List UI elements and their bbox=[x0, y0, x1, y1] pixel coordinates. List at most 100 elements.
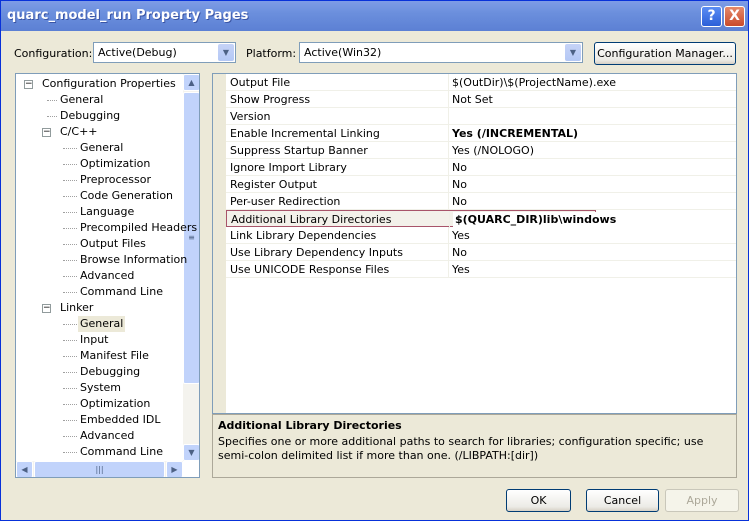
scroll-thumb[interactable]: ≡ bbox=[183, 92, 199, 384]
property-row[interactable]: Version bbox=[226, 108, 736, 125]
tree-item[interactable]: Optimization bbox=[78, 396, 152, 412]
property-row[interactable]: Output File $(OutDir)\$(ProjectName).exe bbox=[226, 74, 736, 91]
property-pages-dialog: quarc_model_run Property Pages ? X Confi… bbox=[0, 0, 749, 521]
collapse-icon[interactable]: − bbox=[42, 128, 51, 137]
tree-item[interactable]: System bbox=[78, 380, 123, 396]
horizontal-scrollbar[interactable]: ◀ ||| ▶ bbox=[16, 461, 183, 477]
property-value[interactable]: Yes (/NOLOGO) bbox=[452, 144, 534, 157]
tree-line bbox=[63, 436, 77, 437]
property-row[interactable]: Show Progress Not Set bbox=[226, 91, 736, 108]
scroll-down-button[interactable]: ▼ bbox=[183, 444, 199, 461]
property-tree[interactable]: ▲ ≡ ▼ ◀ ||| ▶ − Configuration Properties G… bbox=[15, 73, 200, 478]
grid-gutter bbox=[213, 74, 226, 413]
property-name: Ignore Import Library bbox=[230, 161, 347, 174]
tree-item[interactable]: Precompiled Headers bbox=[78, 220, 199, 236]
platform-value: Active(Win32) bbox=[304, 46, 382, 59]
scroll-up-button[interactable]: ▲ bbox=[183, 74, 199, 91]
title-bar: quarc_model_run Property Pages ? X bbox=[1, 1, 748, 31]
dialog-title: quarc_model_run Property Pages bbox=[7, 8, 249, 23]
property-value[interactable]: Yes (/INCREMENTAL) bbox=[452, 127, 578, 140]
tree-line bbox=[63, 388, 77, 389]
property-value[interactable]: Yes bbox=[452, 263, 470, 276]
tree-item[interactable]: General bbox=[78, 140, 125, 156]
property-grid[interactable]: Output File $(OutDir)\$(ProjectName).exe S… bbox=[212, 73, 737, 414]
tree-item[interactable]: Configuration Properties bbox=[40, 76, 178, 92]
column-divider bbox=[448, 193, 449, 210]
help-button[interactable]: ? bbox=[701, 6, 722, 27]
tree-item[interactable]: Manifest File bbox=[78, 348, 151, 364]
property-row[interactable]: Suppress Startup Banner Yes (/NOLOGO) bbox=[226, 142, 736, 159]
tree-line bbox=[63, 292, 77, 293]
tree-item[interactable]: General bbox=[58, 92, 105, 108]
property-row[interactable]: Per-user Redirection No bbox=[226, 193, 736, 210]
column-divider bbox=[448, 142, 449, 159]
column-divider bbox=[448, 74, 449, 91]
tree-item[interactable]: General bbox=[78, 316, 126, 332]
apply-button[interactable]: Apply bbox=[665, 489, 739, 512]
tree-item[interactable]: Preprocessor bbox=[78, 172, 153, 188]
tree-item[interactable]: Input bbox=[78, 332, 110, 348]
property-name: Version bbox=[230, 110, 271, 123]
tree-line bbox=[47, 100, 57, 101]
tree-item[interactable]: Debugging bbox=[58, 108, 122, 124]
property-name: Use UNICODE Response Files bbox=[230, 263, 390, 276]
platform-select[interactable]: Active(Win32) ▼ bbox=[299, 42, 583, 63]
close-button[interactable]: X bbox=[724, 6, 745, 27]
property-value[interactable]: No bbox=[452, 195, 467, 208]
collapse-icon[interactable]: − bbox=[42, 304, 51, 313]
column-divider bbox=[448, 91, 449, 108]
tree-item[interactable]: Advanced bbox=[78, 428, 136, 444]
configuration-select[interactable]: Active(Debug) ▼ bbox=[93, 42, 236, 63]
platform-label: Platform: bbox=[246, 47, 297, 60]
property-name: Output File bbox=[230, 76, 291, 89]
property-row[interactable]: Link Library Dependencies Yes bbox=[226, 227, 736, 244]
tree-line bbox=[63, 324, 77, 325]
configuration-manager-button[interactable]: Configuration Manager... bbox=[594, 42, 736, 65]
property-row[interactable]: Additional Library Directories $(QUARC_DI… bbox=[226, 210, 619, 228]
property-row[interactable]: Ignore Import Library No bbox=[226, 159, 736, 176]
column-divider bbox=[448, 159, 449, 176]
tree-item[interactable]: Command Line bbox=[78, 444, 165, 460]
tree-item[interactable]: Output Files bbox=[78, 236, 148, 252]
cancel-button[interactable]: Cancel bbox=[586, 489, 659, 512]
scroll-thumb-horizontal[interactable]: ||| bbox=[34, 461, 165, 477]
property-row[interactable]: Use UNICODE Response Files Yes bbox=[226, 261, 736, 278]
ok-button[interactable]: OK bbox=[506, 489, 571, 512]
tree-line bbox=[63, 164, 77, 165]
property-value[interactable]: No bbox=[452, 178, 467, 191]
property-row[interactable]: Register Output No bbox=[226, 176, 736, 193]
column-divider bbox=[448, 125, 449, 142]
tree-item[interactable]: Code Generation bbox=[78, 188, 175, 204]
tree-item[interactable]: Embedded IDL bbox=[78, 412, 162, 428]
property-value[interactable]: $(QUARC_DIR)lib\windows bbox=[453, 212, 619, 227]
tree-line bbox=[63, 276, 77, 277]
tree-item[interactable]: Debugging bbox=[78, 364, 142, 380]
scroll-right-button[interactable]: ▶ bbox=[166, 461, 183, 477]
property-value[interactable]: Not Set bbox=[452, 93, 493, 106]
tree-item[interactable]: Command Line bbox=[78, 284, 165, 300]
collapse-icon[interactable]: − bbox=[24, 80, 33, 89]
tree-item[interactable]: Linker bbox=[58, 300, 95, 316]
tree-line bbox=[63, 212, 77, 213]
chevron-down-icon[interactable]: ▼ bbox=[565, 44, 581, 61]
property-value[interactable]: $(OutDir)\$(ProjectName).exe bbox=[452, 76, 616, 89]
property-name: Use Library Dependency Inputs bbox=[230, 246, 403, 259]
tree-item[interactable]: Optimization bbox=[78, 156, 152, 172]
property-row[interactable]: Use Library Dependency Inputs No bbox=[226, 244, 736, 261]
tree-item[interactable]: C/C++ bbox=[58, 124, 100, 140]
property-value[interactable]: No bbox=[452, 246, 467, 259]
column-divider bbox=[448, 176, 449, 193]
property-value[interactable]: No bbox=[452, 161, 467, 174]
chevron-down-icon[interactable]: ▼ bbox=[218, 44, 234, 61]
tree-line bbox=[63, 340, 77, 341]
scroll-left-button[interactable]: ◀ bbox=[16, 461, 33, 477]
tree-line bbox=[63, 452, 77, 453]
property-name: Show Progress bbox=[230, 93, 311, 106]
configuration-value: Active(Debug) bbox=[98, 46, 177, 59]
tree-item[interactable]: Browse Information bbox=[78, 252, 189, 268]
property-row[interactable]: Enable Incremental Linking Yes (/INCREMEN… bbox=[226, 125, 736, 142]
tree-item[interactable]: Language bbox=[78, 204, 136, 220]
property-value[interactable]: Yes bbox=[452, 229, 470, 242]
tree-item[interactable]: Advanced bbox=[78, 268, 136, 284]
description-text: Specifies one or more additional paths t… bbox=[218, 435, 704, 462]
